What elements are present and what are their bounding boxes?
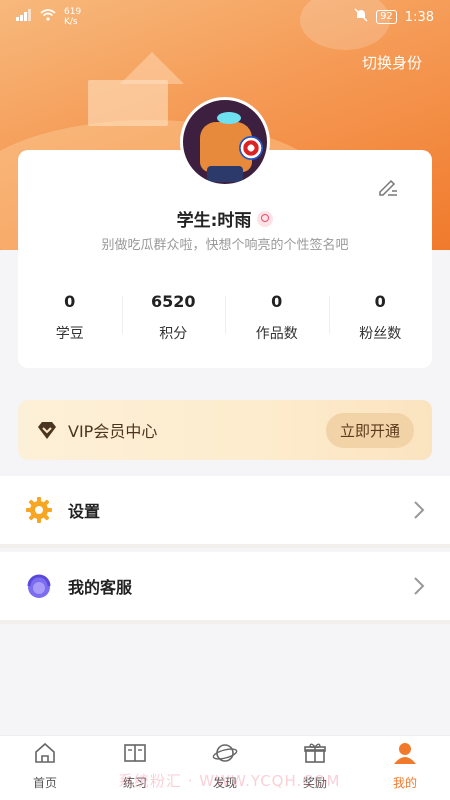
user-icon [392,743,418,770]
nav-label: 首页 [32,776,57,790]
stat-value: 6520 [150,292,196,311]
nav-mine[interactable]: 我的 [360,736,450,800]
edit-profile-icon[interactable] [376,174,400,198]
planet-icon [212,744,238,770]
stat-label: 学豆 [55,326,84,342]
stat-label: 积分 [159,326,188,342]
battery-indicator: 92 [376,10,397,24]
stat-points[interactable]: 6520 积分 [121,288,226,358]
vip-open-button[interactable]: 立即开通 [325,412,414,448]
menu-item-customer-service[interactable]: 我的客服 [0,552,450,624]
gear-icon [24,495,54,525]
book-icon [122,744,148,770]
mute-bell-icon [354,8,368,26]
status-bar: 619 K/s 92 1:38 [0,0,450,34]
nav-label: 练习 [122,776,147,790]
stat-label: 粉丝数 [359,326,402,342]
clock: 1:38 [404,9,434,25]
stats-row: 0 学豆 6520 积分 0 作品数 0 粉丝数 [18,288,432,358]
nav-label: 发现 [212,776,237,790]
user-name: 学生:时雨 [18,206,432,231]
chevron-right-icon [412,576,426,596]
stat-label: 作品数 [255,326,298,342]
avatar[interactable] [180,97,270,187]
stat-value: 0 [64,292,76,311]
switch-identity-button[interactable]: 切换身份 [362,52,422,73]
gift-icon [302,743,328,770]
avatar-shield [239,136,263,160]
menu-label: 设置 [68,502,101,521]
nav-rewards[interactable]: 奖励 [270,736,360,800]
nav-discover[interactable]: 发现 [180,736,270,800]
decor-house [88,80,168,126]
nav-label: 我的 [392,776,417,790]
home-icon [32,742,58,770]
vip-banner[interactable]: VIP会员中心 立即开通 [18,400,432,460]
signal-icon [16,9,32,25]
network-speed-unit: K/s [64,17,78,27]
headset-icon [24,571,54,601]
nav-label: 奖励 [302,776,327,790]
network-speed-value: 619 [64,7,82,17]
stat-value: 0 [374,292,386,311]
menu-label: 我的客服 [68,578,133,597]
chevron-right-icon [412,500,426,520]
vip-title: VIP会员中心 [68,422,158,441]
nav-practice[interactable]: 练习 [90,736,180,800]
diamond-icon [36,419,58,441]
avatar-visor [217,112,241,124]
stat-fans[interactable]: 0 粉丝数 [328,288,433,358]
stat-works[interactable]: 0 作品数 [225,288,329,358]
wifi-icon [40,9,56,25]
stat-beans[interactable]: 0 学豆 [18,288,122,358]
search-tag-icon [257,211,274,227]
avatar-legs [207,166,243,182]
nav-home[interactable]: 首页 [0,736,90,800]
bottom-nav: 首页 练习 发现 奖励 我的 [0,735,450,800]
network-speed: 619 K/s [64,7,81,27]
user-name-text: 学生:时雨 [176,211,252,231]
stat-value: 0 [271,292,283,311]
signature-text[interactable]: 别做吃瓜群众啦，快想个响亮的个性签名吧 [18,234,432,253]
menu-item-settings[interactable]: 设置 [0,476,450,548]
